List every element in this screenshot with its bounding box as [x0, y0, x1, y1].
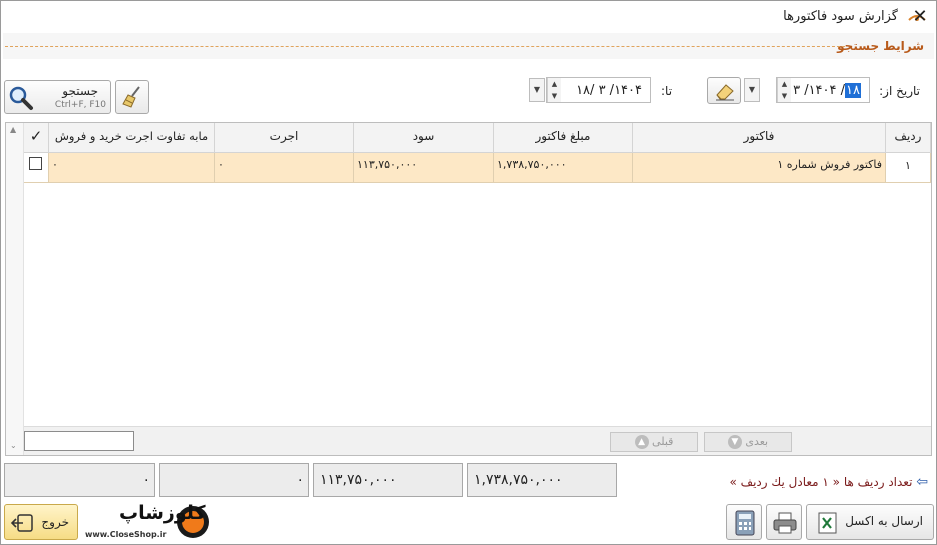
results-grid: ▲ ⌄ ردیف فاکتور مبلغ فاکتور سود اجرت ماب… [5, 122, 932, 456]
close-button[interactable]: ✕ [909, 7, 931, 27]
col-header-wage-diff[interactable]: مابه تفاوت اجرت خرید و فروش [49, 123, 215, 153]
excel-icon [818, 512, 837, 534]
search-button-hint: Ctrl+F, F10 [54, 100, 106, 110]
search-button[interactable]: جستجو Ctrl+F, F10 [4, 80, 111, 114]
spin-up-icon[interactable]: ▲ [778, 78, 791, 90]
cell-check [24, 153, 49, 183]
calculator-icon [735, 510, 755, 536]
to-date-dropdown[interactable]: ▼ [529, 78, 545, 102]
from-date-spinner[interactable]: ▲ ▼ [777, 78, 791, 102]
col-header-wage[interactable]: اجرت [215, 123, 354, 153]
to-date-label: تا: [661, 84, 673, 98]
total-wage: ۰ [159, 463, 309, 497]
exit-icon [10, 514, 33, 532]
magnifier-icon [9, 86, 33, 110]
from-date-day: ۱۸ [845, 83, 861, 98]
next-page-label: بعدی [745, 435, 769, 448]
total-profit: ۱۱۳,۷۵۰,۰۰۰ [313, 463, 463, 497]
to-date-value: ۱۴۰۴/ ۳ /۱۸ [576, 83, 642, 98]
window-title: گزارش سود فاکتورها [783, 9, 898, 24]
search-button-label: جستجو [62, 84, 98, 98]
row-checkbox[interactable] [29, 157, 42, 170]
export-excel-label: ارسال به اکسل [845, 514, 923, 528]
total-wage-diff: ۰ [4, 463, 155, 497]
arrow-down-icon: ▼ [727, 435, 742, 449]
prev-page-button[interactable]: قبلی ▲ [610, 432, 698, 452]
export-excel-button[interactable]: ارسال به اکسل [806, 504, 934, 540]
exit-button[interactable]: خروج [4, 504, 78, 540]
row-count-text: تعداد ردیف ها « ۱ معادل یك ردیف » [729, 475, 913, 489]
cell-wage-diff[interactable]: ۰ [49, 153, 215, 183]
cell-wage[interactable]: ۰ [215, 153, 354, 183]
total-amount: ۱,۷۳۸,۷۵۰,۰۰۰ [467, 463, 617, 497]
from-date-value: ۱۸/ ۱۴۰۴/ ۳ [793, 83, 861, 98]
arrow-up-icon: ▲ [634, 435, 649, 449]
vertical-scrollbar[interactable]: ▲ ⌄ [6, 123, 24, 455]
col-header-invoice[interactable]: فاکتور [633, 123, 886, 153]
to-date-field[interactable]: ▲ ▼ ۱۴۰۴/ ۳ /۱۸ [546, 77, 651, 103]
arrow-left-icon: ⇦ [916, 474, 928, 490]
spin-down-icon[interactable]: ▼ [548, 90, 561, 102]
eraser-icon [716, 84, 734, 101]
cell-profit[interactable]: ۱۱۳,۷۵۰,۰۰۰ [354, 153, 494, 183]
calculator-button[interactable] [726, 504, 762, 540]
print-button[interactable] [766, 504, 802, 540]
col-header-profit[interactable]: سود [354, 123, 494, 153]
from-date-label: تاریخ از: [879, 84, 920, 98]
from-date-rest: / ۱۴۰۴/ ۳ [793, 83, 846, 98]
grid-pager: بعدی ▼ قبلی ▲ [24, 426, 931, 455]
from-date-field[interactable]: ▲ ▼ ۱۸/ ۱۴۰۴/ ۳ [776, 77, 870, 103]
scroll-up-icon[interactable]: ▲ [10, 125, 16, 134]
spin-down-icon[interactable]: ▼ [778, 90, 791, 102]
clear-button[interactable] [707, 77, 741, 104]
logo-text: کلوزشاپ [119, 502, 206, 524]
col-header-amount[interactable]: مبلغ فاکتور [494, 123, 633, 153]
clear-filters-button[interactable] [115, 80, 149, 114]
title-bar: گزارش سود فاکتورها ✕ [1, 1, 936, 33]
row-count-info: ⇦ تعداد ردیف ها « ۱ معادل یك ردیف » [730, 474, 929, 490]
search-section-title: شرایط جستجو [837, 39, 924, 53]
exit-label: خروج [41, 515, 69, 529]
report-window: گزارش سود فاکتورها ✕ شرایط جستجو تاریخ ا… [0, 0, 937, 545]
section-divider [5, 46, 845, 47]
page-input[interactable] [24, 431, 134, 451]
logo-url: www.CloseShop.ir [85, 530, 167, 539]
cell-row-index: ۱ [886, 153, 931, 183]
brand-logo: کلوزشاپ www.CloseShop.ir [83, 502, 211, 542]
cell-invoice[interactable]: فاکتور فروش شماره ۱ [633, 153, 886, 183]
col-header-row-index[interactable]: ردیف [886, 123, 931, 153]
from-date-dropdown[interactable]: ▼ [744, 78, 760, 102]
scroll-down-icon[interactable]: ⌄ [10, 441, 17, 450]
to-date-spinner[interactable]: ▲ ▼ [547, 78, 561, 102]
spin-up-icon[interactable]: ▲ [548, 78, 561, 90]
col-header-check[interactable]: ✓ [24, 123, 49, 153]
broom-icon [122, 86, 140, 108]
printer-icon [773, 512, 797, 534]
cell-amount[interactable]: ۱,۷۳۸,۷۵۰,۰۰۰ [494, 153, 633, 183]
prev-page-label: قبلی [652, 435, 674, 448]
next-page-button[interactable]: بعدی ▼ [704, 432, 792, 452]
